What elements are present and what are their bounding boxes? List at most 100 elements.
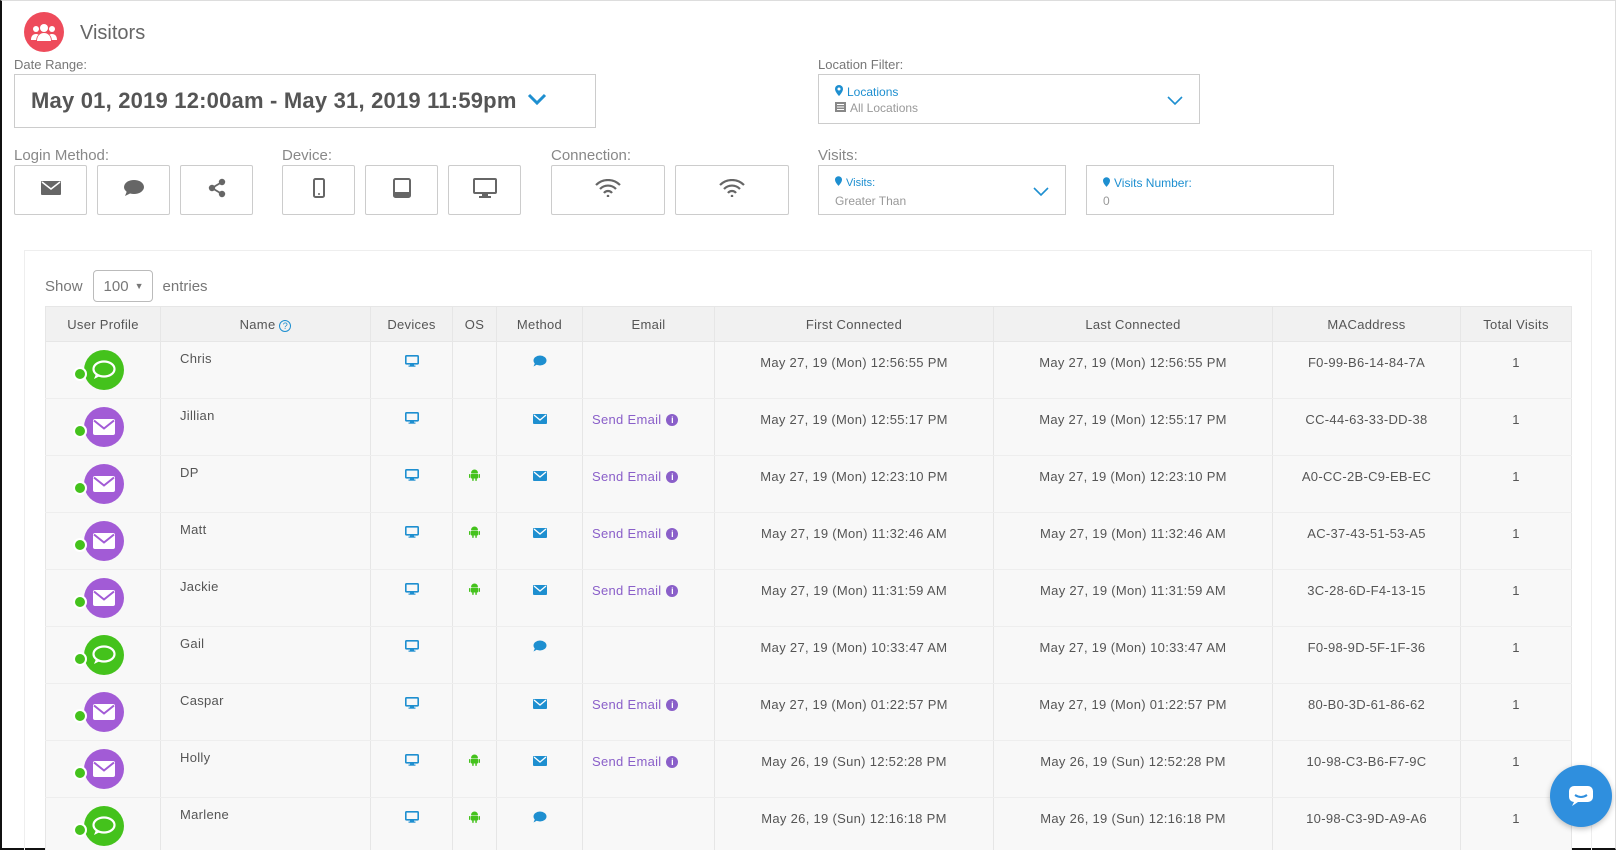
col-method[interactable]: Method — [496, 306, 583, 342]
email-avatar-icon[interactable] — [84, 578, 124, 618]
table-row[interactable]: Chris May 27, 19 (Mon) 12:56:55 PM May 27,… — [45, 341, 1572, 399]
total-visits-cell: 1 — [1460, 626, 1572, 684]
method-cell — [496, 512, 583, 570]
name-cell[interactable]: Marlene — [160, 797, 371, 850]
first-connected-cell: May 26, 19 (Sun) 12:52:28 PM — [714, 740, 994, 798]
email-avatar-icon[interactable] — [84, 407, 124, 447]
email-avatar-icon[interactable] — [84, 749, 124, 789]
email-icon — [532, 526, 547, 541]
wifi-icon — [719, 178, 745, 202]
chat-bubble-icon[interactable] — [1550, 765, 1612, 827]
user-profile-cell[interactable] — [45, 512, 161, 570]
user-profile-cell[interactable] — [45, 341, 161, 399]
name-cell[interactable]: Jackie — [160, 569, 371, 627]
os-cell — [452, 512, 497, 570]
online-status-dot — [73, 367, 87, 381]
visits-select[interactable]: Visits: Greater Than — [818, 165, 1066, 215]
device-phone-button[interactable] — [282, 165, 355, 215]
login-chat-button[interactable] — [97, 165, 170, 215]
first-connected-cell: May 27, 19 (Mon) 11:31:59 AM — [714, 569, 994, 627]
connection-wifi-button-1[interactable] — [551, 165, 665, 215]
entries-control: Show 100 ▼ entries — [45, 270, 208, 302]
location-select[interactable]: Locations All Locations — [818, 74, 1200, 124]
col-name-label: Name — [239, 316, 276, 332]
login-email-button[interactable] — [14, 165, 87, 215]
user-profile-cell[interactable] — [45, 740, 161, 798]
col-total-visits[interactable]: Total Visits — [1460, 306, 1572, 342]
user-profile-cell[interactable] — [45, 455, 161, 513]
col-user-profile[interactable]: User Profile — [45, 306, 161, 342]
email-cell: Send Email i — [582, 740, 715, 798]
last-connected-cell: May 26, 19 (Sun) 12:52:28 PM — [993, 740, 1273, 798]
chat-avatar-icon[interactable] — [84, 806, 124, 846]
mac-address-cell: A0-CC-2B-C9-EB-EC — [1272, 455, 1461, 513]
table-row[interactable]: Jillian Send Email i May 27, 19 (Mon) 12:55… — [45, 398, 1572, 456]
send-email-link[interactable]: Send Email i — [592, 697, 679, 712]
col-last-connected[interactable]: Last Connected — [993, 306, 1273, 342]
visits-number-header: Visits Number: — [1103, 176, 1192, 190]
email-icon — [40, 180, 61, 200]
login-social-button[interactable] — [180, 165, 253, 215]
table-row[interactable]: Holly Send Email i May 26, 19 (Sun) 12:52:2… — [45, 740, 1572, 798]
device-desktop-button[interactable] — [448, 165, 521, 215]
email-avatar-icon[interactable] — [84, 521, 124, 561]
send-email-link[interactable]: Send Email i — [592, 526, 679, 541]
last-connected-cell: May 27, 19 (Mon) 12:55:17 PM — [993, 398, 1273, 456]
table-row[interactable]: Marlene May 26, 19 (Sun) 12:16:18 PM May 2… — [45, 797, 1572, 850]
name-cell[interactable]: DP — [160, 455, 371, 513]
email-cell — [582, 626, 715, 684]
table-row[interactable]: Caspar Send Email i May 27, 19 (Mon) 01:22:… — [45, 683, 1572, 741]
user-profile-cell[interactable] — [45, 797, 161, 850]
online-status-dot — [73, 652, 87, 666]
entries-select[interactable]: 100 ▼ — [92, 270, 153, 302]
col-name[interactable]: Name ? — [160, 306, 371, 342]
android-icon — [469, 469, 480, 484]
col-email[interactable]: Email — [582, 306, 715, 342]
online-status-dot — [73, 424, 87, 438]
chat-avatar-icon[interactable] — [84, 635, 124, 675]
last-connected-cell: May 26, 19 (Sun) 12:16:18 PM — [993, 797, 1273, 850]
user-profile-cell[interactable] — [45, 569, 161, 627]
col-devices[interactable]: Devices — [370, 306, 453, 342]
connection-wifi-button-2[interactable] — [675, 165, 789, 215]
table-row[interactable]: Matt Send Email i May 27, 19 (Mon) 11:32:46… — [45, 512, 1572, 570]
col-os[interactable]: OS — [452, 306, 497, 342]
visits-number-input[interactable]: Visits Number: 0 — [1086, 165, 1334, 215]
first-connected-cell: May 27, 19 (Mon) 01:22:57 PM — [714, 683, 994, 741]
name-cell[interactable]: Jillian — [160, 398, 371, 456]
table-row[interactable]: Jackie Send Email i May 27, 19 (Mon) 11:31:… — [45, 569, 1572, 627]
name-cell[interactable]: Matt — [160, 512, 371, 570]
send-email-label: Send Email — [592, 526, 662, 541]
email-avatar-icon[interactable] — [84, 692, 124, 732]
location-select-value: All Locations — [850, 101, 919, 115]
desktop-icon — [404, 355, 419, 370]
col-first-connected[interactable]: First Connected — [714, 306, 994, 342]
chat-avatar-icon[interactable] — [84, 350, 124, 390]
info-icon: i — [666, 755, 679, 768]
first-connected-cell: May 27, 19 (Mon) 12:23:10 PM — [714, 455, 994, 513]
user-profile-cell[interactable] — [45, 626, 161, 684]
user-profile-cell[interactable] — [45, 683, 161, 741]
send-email-link[interactable]: Send Email i — [592, 754, 679, 769]
table-row[interactable]: Gail May 27, 19 (Mon) 10:33:47 AM May 27, … — [45, 626, 1572, 684]
user-profile-cell[interactable] — [45, 398, 161, 456]
send-email-link[interactable]: Send Email i — [592, 469, 679, 484]
name-cell[interactable]: Chris — [160, 341, 371, 399]
col-mac-address[interactable]: MACaddress — [1272, 306, 1461, 342]
login-method-label: Login Method: — [14, 147, 110, 164]
last-connected-cell: May 27, 19 (Mon) 12:23:10 PM — [993, 455, 1273, 513]
map-pin-icon — [1103, 176, 1110, 190]
last-connected-cell: May 27, 19 (Mon) 11:31:59 AM — [993, 569, 1273, 627]
send-email-link[interactable]: Send Email i — [592, 412, 679, 427]
send-email-link[interactable]: Send Email i — [592, 583, 679, 598]
email-avatar-icon[interactable] — [84, 464, 124, 504]
online-status-dot — [73, 766, 87, 780]
device-tablet-button[interactable] — [365, 165, 438, 215]
name-cell[interactable]: Holly — [160, 740, 371, 798]
date-range-picker[interactable]: May 01, 2019 12:00am - May 31, 2019 11:5… — [14, 74, 596, 128]
name-cell[interactable]: Caspar — [160, 683, 371, 741]
send-email-label: Send Email — [592, 469, 662, 484]
table-row[interactable]: DP Send Email i May 27, 19 (Mon) 12:23:10 P… — [45, 455, 1572, 513]
android-icon — [469, 583, 480, 598]
name-cell[interactable]: Gail — [160, 626, 371, 684]
